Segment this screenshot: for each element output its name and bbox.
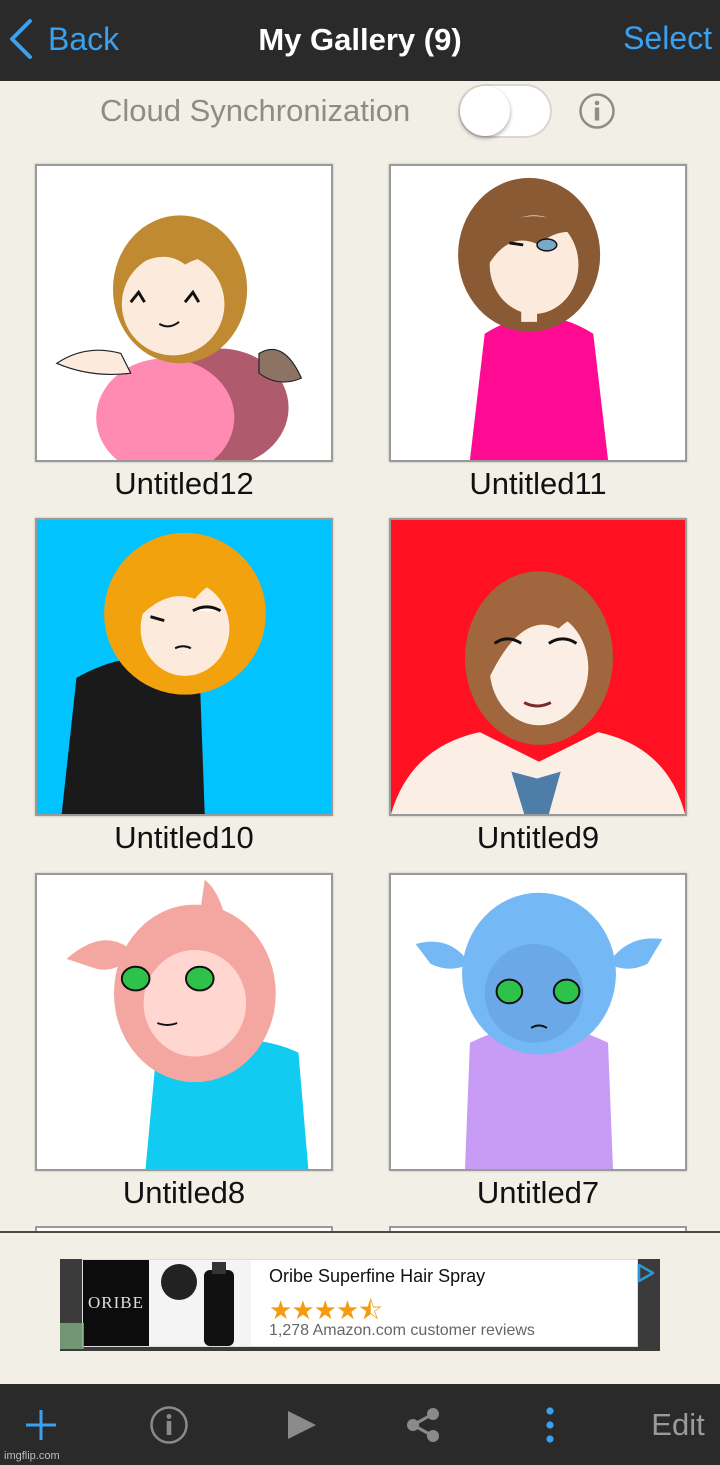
gallery-item-title: Untitled7 (476, 1175, 600, 1210)
artwork-thumbnail (391, 875, 685, 1169)
back-label: Back (48, 20, 120, 57)
cloud-sync-label: Cloud Synchronization (100, 93, 411, 128)
cloud-sync-toggle[interactable] (458, 84, 552, 138)
play-button[interactable] (278, 1384, 324, 1465)
divider (0, 1231, 720, 1233)
gallery-item-title: Untitled11 (469, 466, 607, 501)
ad-video-marker (60, 1323, 84, 1349)
plus-icon (26, 1409, 56, 1440)
ad-review-count: 1,278 Amazon.com customer reviews (269, 1322, 535, 1339)
gallery-thumbnail-untitled7[interactable] (389, 873, 687, 1171)
bottom-toolbar: Edit imgflip.com (0, 1384, 720, 1465)
play-icon (288, 1410, 316, 1439)
adchoices-icon[interactable] (635, 1262, 657, 1284)
share-button[interactable] (400, 1384, 446, 1465)
artwork-thumbnail (37, 875, 331, 1169)
info-icon (150, 1405, 188, 1444)
gallery-thumbnail-untitled9[interactable] (389, 518, 687, 816)
gallery-thumbnail-untitled10[interactable] (35, 518, 333, 816)
back-button[interactable]: Back (8, 18, 119, 60)
gallery-item-title: Untitled10 (114, 820, 254, 855)
gallery-item-title: Untitled9 (476, 820, 600, 855)
gallery-item-title: Untitled8 (122, 1175, 246, 1210)
gallery-item-title: Untitled12 (114, 466, 254, 501)
ad-product-image (149, 1260, 251, 1346)
share-icon (407, 1407, 439, 1442)
artwork-thumbnail (391, 520, 685, 814)
select-button[interactable]: Select (623, 20, 712, 57)
artwork-thumbnail (37, 520, 331, 814)
gallery-thumbnail-untitled12[interactable] (35, 164, 333, 462)
navigation-bar: Back My Gallery (9) Select (0, 0, 720, 81)
info-icon[interactable] (578, 92, 616, 130)
more-button[interactable] (530, 1384, 570, 1465)
chevron-left-icon (10, 19, 32, 59)
gallery-thumbnail-untitled8[interactable] (35, 873, 333, 1171)
more-icon (546, 1406, 554, 1443)
ad-content[interactable]: ORIBE Oribe Superfine Hair Spray ★★★★⯪ 1… (82, 1259, 655, 1347)
watermark-text: imgflip.com (4, 1450, 60, 1462)
ad-product-title: Oribe Superfine Hair Spray (269, 1266, 486, 1286)
details-button[interactable] (146, 1384, 192, 1465)
artwork-thumbnail (391, 166, 685, 460)
gallery-thumbnail-untitled11[interactable] (389, 164, 687, 462)
ad-banner[interactable]: ORIBE Oribe Superfine Hair Spray ★★★★⯪ 1… (60, 1259, 660, 1351)
edit-button[interactable]: Edit (640, 1384, 716, 1465)
ad-brand-logo: ORIBE (83, 1260, 149, 1346)
artwork-thumbnail (37, 166, 331, 460)
toggle-knob (460, 86, 510, 136)
